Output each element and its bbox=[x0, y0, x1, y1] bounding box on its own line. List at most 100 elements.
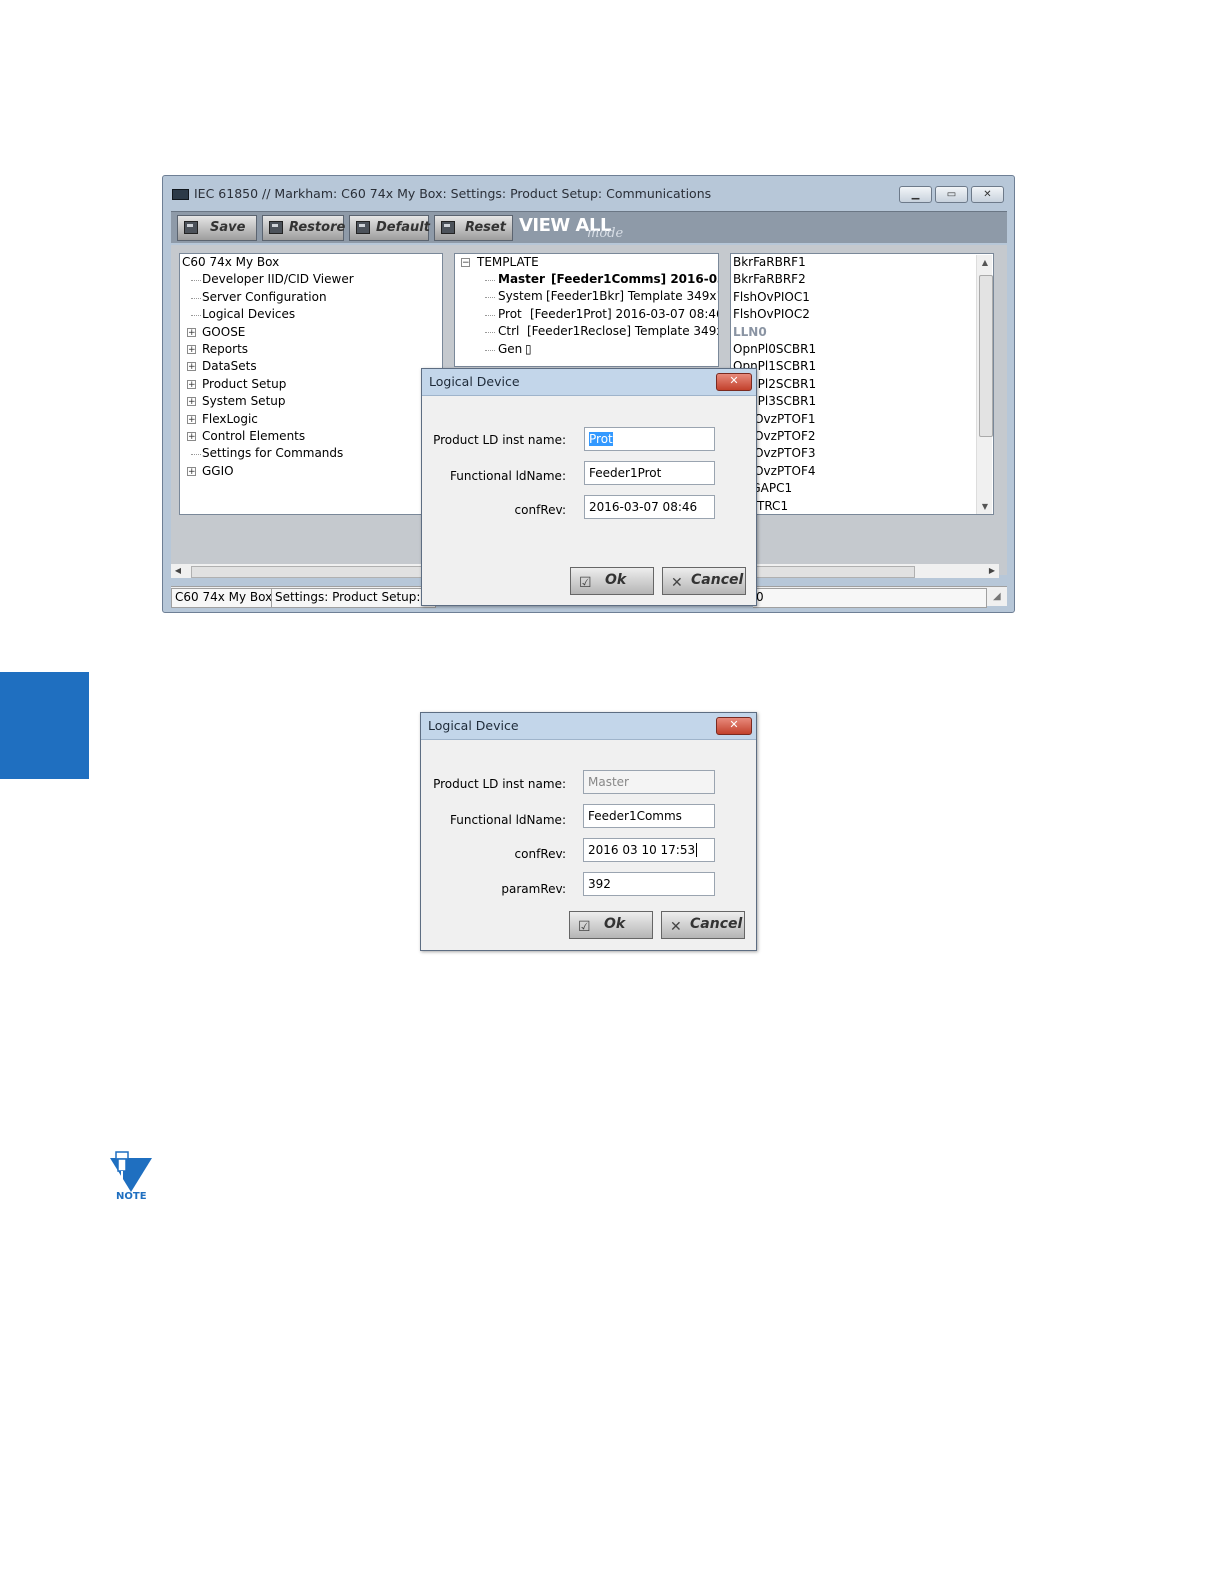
product-ld-inst-name-input: Master bbox=[583, 770, 715, 794]
tree-connector bbox=[191, 454, 201, 456]
expand-plus-icon[interactable]: + bbox=[187, 466, 196, 476]
logical-device-name: System bbox=[498, 289, 543, 304]
logical-device-name: Gen bbox=[498, 341, 523, 356]
tree-item-label: Product Setup bbox=[202, 376, 287, 391]
expand-plus-icon[interactable]: + bbox=[187, 397, 196, 407]
resize-grip-icon[interactable]: ◢ bbox=[993, 591, 1001, 602]
tree-item-label: Developer IID/CID Viewer bbox=[202, 272, 354, 287]
functional-ldname-label: Functional ldName: bbox=[450, 813, 566, 827]
expand-plus-icon[interactable]: + bbox=[187, 379, 196, 389]
product-ld-inst-name-label: Product LD inst name: bbox=[433, 777, 566, 791]
functional-ldname-input[interactable]: Feeder1Comms bbox=[583, 804, 715, 828]
reset-icon bbox=[441, 221, 455, 234]
app-icon bbox=[172, 189, 189, 200]
scroll-up-arrow-icon[interactable]: ▲ bbox=[977, 255, 993, 271]
ok-label: Ok bbox=[605, 572, 627, 588]
status-device: C60 74x My Box bbox=[171, 588, 274, 608]
logical-node-label: FlshOvPIOC2 bbox=[733, 307, 810, 322]
ok-label: Ok bbox=[604, 916, 626, 932]
reset-label: Reset bbox=[465, 220, 506, 235]
confrev-label: confRev: bbox=[514, 503, 566, 517]
logical-node-label: OpnPl0SCBR1 bbox=[733, 342, 817, 356]
dialog-close-button[interactable]: ✕ bbox=[716, 373, 752, 391]
scrollbar-thumb[interactable] bbox=[979, 275, 993, 437]
tree-item-label: DataSets bbox=[202, 359, 257, 374]
tree-item-label: Control Elements bbox=[202, 429, 306, 443]
window-title: IEC 61850 // Markham: C60 74x My Box: Se… bbox=[194, 186, 712, 201]
minimize-button[interactable]: ▁ bbox=[899, 186, 932, 203]
save-button[interactable]: Save bbox=[177, 215, 257, 241]
tree-item-label: Reports bbox=[202, 342, 249, 356]
restore-label: Restore bbox=[289, 220, 346, 235]
status-tail: 0 bbox=[753, 588, 987, 608]
dialog-title: Logical Device bbox=[428, 718, 519, 733]
logical-device-name: Ctrl bbox=[498, 324, 520, 339]
expand-plus-icon[interactable]: + bbox=[187, 362, 196, 372]
functional-ldname-label: Functional ldName: bbox=[450, 469, 566, 483]
ok-button[interactable]: ☑ Ok bbox=[570, 567, 654, 595]
functional-ldname-input[interactable]: Feeder1Prot bbox=[584, 461, 715, 485]
dialog-close-button[interactable]: ✕ bbox=[716, 717, 752, 735]
settings-tree-pane: C60 74x My Box Developer IID/CID Viewer Se… bbox=[179, 253, 443, 515]
expand-plus-icon[interactable]: + bbox=[187, 327, 196, 337]
logical-node-label: LLN0 bbox=[733, 324, 767, 339]
expand-plus-icon[interactable]: + bbox=[187, 414, 196, 424]
close-window-button[interactable]: ✕ bbox=[971, 186, 1004, 203]
paramrev-input[interactable]: 392 bbox=[583, 872, 715, 896]
scroll-down-arrow-icon[interactable]: ▼ bbox=[977, 499, 993, 514]
tree-item-label: GGIO bbox=[202, 463, 234, 478]
reset-button[interactable]: Reset bbox=[434, 215, 513, 241]
confrev-input[interactable]: 2016 03 10 17:53 bbox=[583, 838, 715, 862]
toolbar: Save Restore Default Reset VIEW ALL mode bbox=[171, 211, 1007, 243]
tree-root-label: TEMPLATE bbox=[477, 255, 539, 269]
dialog-title-bar: Logical Device ✕ bbox=[422, 369, 756, 396]
cancel-button[interactable]: ✕ Cancel bbox=[662, 567, 746, 595]
cancel-label: Cancel bbox=[691, 572, 744, 588]
tree-item-label: Server Configuration bbox=[202, 289, 327, 304]
logical-device-detail: [Feeder1Bkr] Template 349x1.0( bbox=[546, 289, 718, 304]
expand-plus-icon[interactable]: + bbox=[187, 345, 196, 355]
logical-node-label: BkrFaRBRF2 bbox=[733, 272, 806, 287]
restore-button[interactable]: Restore bbox=[262, 215, 346, 241]
maximize-button[interactable]: ▭ bbox=[935, 186, 968, 203]
paramrev-label: paramRev: bbox=[501, 882, 566, 896]
logical-device-name: Prot bbox=[498, 306, 522, 321]
logical-device-detail: [Feeder1Comms] 2016-03- bbox=[551, 272, 719, 286]
ok-button[interactable]: ☑ Ok bbox=[569, 911, 653, 939]
default-label: Default bbox=[376, 220, 430, 235]
logical-device-detail: [Feeder1Reclose] Template 349x1.0 bbox=[527, 324, 718, 339]
vertical-scrollbar[interactable]: ▲ ▼ bbox=[976, 255, 993, 514]
tree-item-label: FlexLogic bbox=[202, 411, 258, 426]
selected-text: Prot bbox=[589, 432, 613, 446]
tree-connector bbox=[191, 280, 201, 282]
confrev-input[interactable]: 2016-03-07 08:46 bbox=[584, 495, 715, 519]
scroll-left-arrow-icon[interactable]: ◀ bbox=[171, 564, 185, 578]
dialog-title-bar: Logical Device ✕ bbox=[421, 713, 756, 740]
tree-connector bbox=[191, 315, 201, 317]
default-icon bbox=[356, 221, 370, 234]
dialog-title: Logical Device bbox=[429, 374, 520, 389]
logical-device-name: Master bbox=[498, 272, 545, 286]
tree-connector bbox=[485, 297, 495, 299]
tree-item-label: C60 74x My Box bbox=[182, 255, 280, 269]
restore-icon bbox=[269, 221, 283, 234]
product-ld-inst-name-input[interactable]: Prot bbox=[584, 427, 715, 451]
cancel-button[interactable]: ✕ Cancel bbox=[661, 911, 745, 939]
expand-plus-icon[interactable]: + bbox=[187, 432, 196, 442]
cancel-label: Cancel bbox=[690, 916, 743, 932]
logical-device-dialog: Logical Device ✕ Product LD inst name: P… bbox=[421, 368, 757, 606]
tree-item-label: Settings for Commands bbox=[202, 446, 344, 461]
logical-device-tree-pane: − TEMPLATE Master [Feeder1Comms] 2016-03- Sy… bbox=[454, 253, 719, 367]
tree-item-label: GOOSE bbox=[202, 324, 246, 339]
tree-connector bbox=[191, 297, 201, 299]
scroll-right-arrow-icon[interactable]: ▶ bbox=[985, 564, 999, 578]
tree-connector bbox=[485, 280, 495, 281]
save-label: Save bbox=[210, 220, 246, 235]
tree-connector bbox=[485, 349, 495, 351]
logical-device-detail: ▯ bbox=[525, 341, 532, 356]
note-label: NOTE bbox=[116, 1191, 147, 1202]
confrev-value: 2016 03 10 17:53 bbox=[588, 843, 696, 857]
chapter-side-tab bbox=[0, 672, 89, 779]
collapse-minus-icon[interactable]: − bbox=[461, 258, 470, 268]
default-button[interactable]: Default bbox=[349, 215, 430, 241]
